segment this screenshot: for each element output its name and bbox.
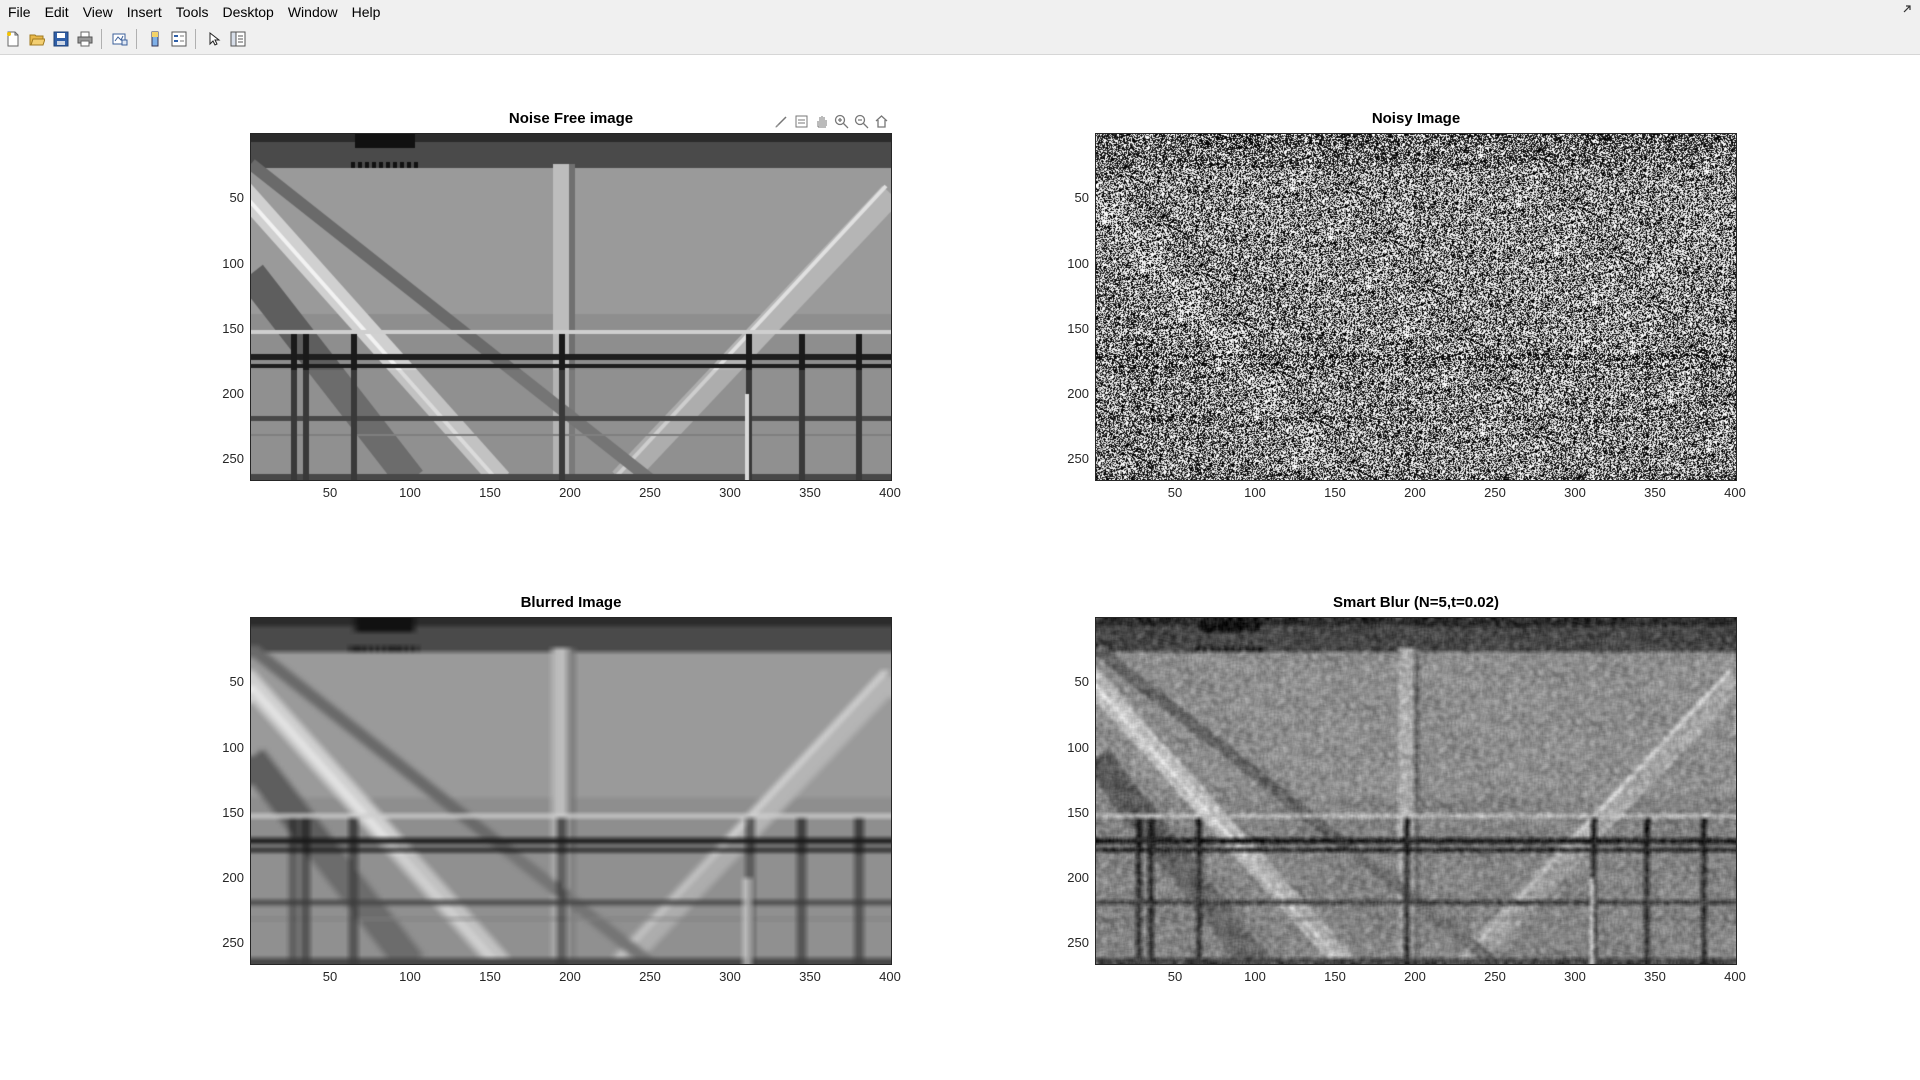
new-figure-icon[interactable] <box>2 28 24 50</box>
x-tick-label: 50 <box>322 969 338 984</box>
y-tick-label: 100 <box>1067 739 1089 755</box>
x-tick-label: 350 <box>799 969 821 984</box>
save-icon[interactable] <box>50 28 72 50</box>
restore-view-icon[interactable] <box>872 112 890 130</box>
axes-smart-blur[interactable] <box>1095 617 1737 965</box>
menu-edit[interactable]: Edit <box>38 4 76 20</box>
image-noise-free <box>251 134 891 480</box>
edit-plot-icon[interactable] <box>203 28 225 50</box>
x-tick-label: 50 <box>1167 485 1183 500</box>
menu-window[interactable]: Window <box>281 4 345 20</box>
x-tick-label: 400 <box>879 485 901 500</box>
axes-toolbar <box>772 112 890 130</box>
x-tick-label: 150 <box>1324 969 1346 984</box>
x-tick-label: 250 <box>639 485 661 500</box>
y-tick-label: 200 <box>1067 870 1089 886</box>
y-tick-label: 50 <box>229 190 244 206</box>
insert-colorbar-icon[interactable] <box>144 28 166 50</box>
x-tick-label: 150 <box>479 485 501 500</box>
y-tick-label: 250 <box>1067 451 1089 467</box>
x-tick-label: 250 <box>1484 969 1506 984</box>
x-tick-label: 100 <box>399 969 421 984</box>
y-tick-label: 250 <box>222 935 244 951</box>
y-tick-label: 50 <box>1074 190 1089 206</box>
x-tick-label: 200 <box>1404 969 1426 984</box>
x-tick-label: 350 <box>1644 969 1666 984</box>
zoom-in-icon[interactable] <box>832 112 850 130</box>
print-icon[interactable] <box>74 28 96 50</box>
image-noisy <box>1096 134 1736 480</box>
y-tick-label: 100 <box>222 739 244 755</box>
x-tick-label: 200 <box>1404 485 1426 500</box>
y-tick-label: 200 <box>222 386 244 402</box>
y-tick-label: 150 <box>222 320 244 336</box>
x-tick-label: 300 <box>719 969 741 984</box>
menu-insert[interactable]: Insert <box>120 4 169 20</box>
menu-tools[interactable]: Tools <box>169 4 216 20</box>
subplot-title: Noisy Image <box>1371 110 1461 127</box>
x-tick-label: 50 <box>322 485 338 500</box>
insert-legend-icon[interactable] <box>168 28 190 50</box>
x-tick-label: 400 <box>1724 969 1746 984</box>
y-tick-label: 200 <box>222 870 244 886</box>
figure-canvas: Noise Free image Noisy Image Blurred Ima… <box>0 55 1920 1080</box>
menu-help[interactable]: Help <box>345 4 388 20</box>
y-tick-label: 100 <box>1067 255 1089 271</box>
y-tick-label: 150 <box>1067 320 1089 336</box>
x-tick-label: 400 <box>879 969 901 984</box>
y-tick-label: 100 <box>222 255 244 271</box>
subplot-title: Blurred Image <box>520 594 622 611</box>
x-tick-label: 350 <box>1644 485 1666 500</box>
y-tick-label: 150 <box>1067 804 1089 820</box>
x-tick-label: 250 <box>1484 485 1506 500</box>
toolbar-separator <box>195 29 196 49</box>
menu-file[interactable]: File <box>0 4 38 20</box>
link-plot-icon[interactable] <box>109 28 131 50</box>
brush-icon[interactable] <box>772 112 790 130</box>
x-tick-label: 200 <box>559 485 581 500</box>
x-tick-label: 300 <box>1564 485 1586 500</box>
open-file-icon[interactable] <box>26 28 48 50</box>
x-tick-label: 300 <box>719 485 741 500</box>
x-tick-label: 200 <box>559 969 581 984</box>
x-tick-label: 150 <box>1324 485 1346 500</box>
pan-icon[interactable] <box>812 112 830 130</box>
axes-blurred[interactable] <box>250 617 892 965</box>
x-tick-label: 250 <box>639 969 661 984</box>
axes-noisy[interactable] <box>1095 133 1737 481</box>
undock-icon[interactable] <box>1902 4 1912 17</box>
y-tick-label: 150 <box>222 804 244 820</box>
image-blurred <box>251 618 891 964</box>
y-tick-label: 50 <box>1074 674 1089 690</box>
menu-desktop[interactable]: Desktop <box>215 4 280 20</box>
x-tick-label: 50 <box>1167 969 1183 984</box>
data-tips-icon[interactable] <box>792 112 810 130</box>
menu-view[interactable]: View <box>76 4 120 20</box>
x-tick-label: 400 <box>1724 485 1746 500</box>
x-tick-label: 100 <box>1244 969 1266 984</box>
axes-noise-free[interactable] <box>250 133 892 481</box>
x-tick-label: 350 <box>799 485 821 500</box>
y-tick-label: 50 <box>229 674 244 690</box>
x-tick-label: 100 <box>399 485 421 500</box>
figure-toolbar <box>0 24 1920 55</box>
zoom-out-icon[interactable] <box>852 112 870 130</box>
subplot-title: Smart Blur (N=5,t=0.02) <box>1333 594 1499 611</box>
x-tick-label: 150 <box>479 969 501 984</box>
y-tick-label: 250 <box>222 451 244 467</box>
menubar: File Edit View Insert Tools Desktop Wind… <box>0 0 1920 24</box>
y-tick-label: 250 <box>1067 935 1089 951</box>
image-smart-blur <box>1096 618 1736 964</box>
property-inspector-icon[interactable] <box>227 28 249 50</box>
x-tick-label: 300 <box>1564 969 1586 984</box>
toolbar-separator <box>136 29 137 49</box>
toolbar-separator <box>101 29 102 49</box>
y-tick-label: 200 <box>1067 386 1089 402</box>
x-tick-label: 100 <box>1244 485 1266 500</box>
